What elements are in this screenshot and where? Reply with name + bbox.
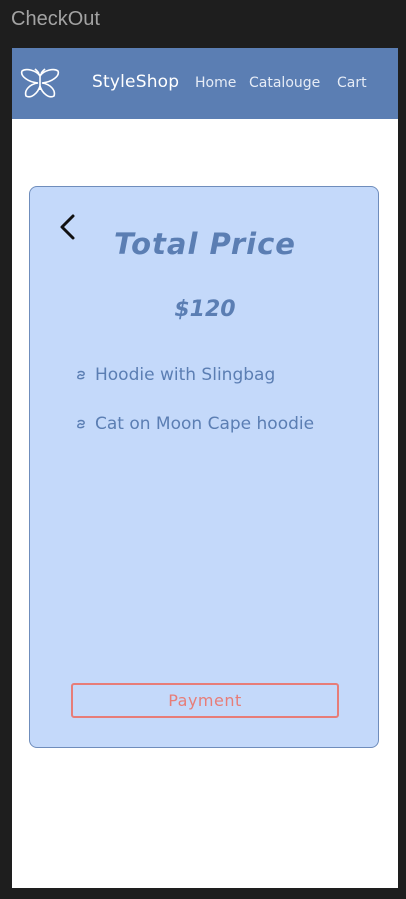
butterfly-icon[interactable] bbox=[20, 68, 60, 99]
payment-button[interactable]: Payment bbox=[71, 683, 339, 718]
item-label: Cat on Moon Cape hoodie bbox=[95, 414, 315, 434]
nav-link-catalogue[interactable]: Catalouge bbox=[249, 75, 320, 91]
price-value: $120 bbox=[174, 297, 236, 322]
item-label: Hoodie with Slingbag bbox=[95, 365, 276, 385]
frame-title: CheckOut bbox=[11, 8, 100, 30]
checkout-card: Total Price $120 Hoodie with Slingbag Ca… bbox=[29, 186, 379, 748]
navbar: StyleShop Home Catalouge Cart bbox=[12, 48, 398, 119]
list-item: Cat on Moon Cape hoodie bbox=[76, 414, 314, 434]
total-price-title: Total Price bbox=[114, 227, 296, 261]
checkout-screen: StyleShop Home Catalouge Cart Total Pric… bbox=[12, 48, 398, 888]
nav-link-home[interactable]: Home bbox=[195, 75, 236, 91]
item-bullet-icon bbox=[77, 419, 85, 429]
nav-link-cart[interactable]: Cart bbox=[337, 75, 367, 91]
brand-name[interactable]: StyleShop bbox=[92, 72, 179, 92]
item-bullet-icon bbox=[77, 370, 85, 380]
list-item: Hoodie with Slingbag bbox=[76, 365, 275, 385]
